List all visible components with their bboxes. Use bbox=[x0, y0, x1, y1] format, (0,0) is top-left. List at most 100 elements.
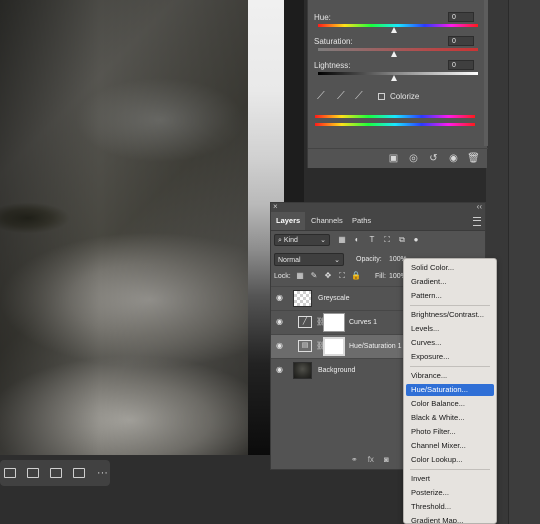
eye-icon[interactable]: ◉ bbox=[276, 294, 286, 302]
filter-kind-select[interactable]: ⌕ Kind ⌄ bbox=[274, 234, 330, 246]
properties-footer: ▣ ◎ ↺ ◉ 🗑 bbox=[308, 148, 488, 168]
saturation-slider[interactable] bbox=[318, 48, 478, 51]
input-color-bar bbox=[315, 115, 475, 118]
eyedropper-plus-icon[interactable]: ⟋ bbox=[337, 90, 345, 103]
menu-item-posterize[interactable]: Posterize... bbox=[406, 487, 494, 499]
colorize-label: Colorize bbox=[390, 92, 420, 101]
lock-artboard-icon[interactable]: ⛶ bbox=[337, 271, 347, 281]
hue-label: Hue: bbox=[314, 13, 331, 22]
layer-mask-thumbnail[interactable] bbox=[323, 313, 345, 332]
filter-smart-object-icon[interactable]: ⧉ bbox=[397, 235, 407, 245]
layer-mask-thumbnail[interactable] bbox=[323, 337, 345, 356]
link-layers-icon[interactable]: ⚭ bbox=[351, 455, 358, 464]
tab-layers[interactable]: Layers bbox=[271, 212, 306, 230]
colorize-checkbox[interactable] bbox=[378, 93, 385, 100]
layer-name: Hue/Saturation 1 bbox=[349, 343, 402, 350]
contextual-task-bar: ··· bbox=[0, 460, 110, 486]
clip-to-layer-icon[interactable]: ▣ bbox=[387, 153, 400, 164]
lock-image-icon[interactable]: ✎ bbox=[309, 271, 319, 281]
tab-paths[interactable]: Paths bbox=[347, 212, 376, 230]
panel-dock-edge bbox=[508, 0, 540, 524]
more-options-button[interactable]: ··· bbox=[95, 466, 110, 480]
menu-item-vibrance[interactable]: Vibrance... bbox=[406, 370, 494, 382]
document-canvas[interactable] bbox=[0, 0, 248, 455]
lightness-slider-thumb[interactable] bbox=[391, 75, 397, 81]
reset-icon[interactable]: ↺ bbox=[427, 153, 440, 164]
menu-item-gradient[interactable]: Gradient... bbox=[406, 276, 494, 288]
filter-kind-value: Kind bbox=[283, 237, 298, 244]
output-color-bar bbox=[315, 123, 475, 126]
menu-item-color-lookup[interactable]: Color Lookup... bbox=[406, 454, 494, 466]
menu-item-brightness-contrast[interactable]: Brightness/Contrast... bbox=[406, 309, 494, 321]
delete-icon[interactable]: 🗑 bbox=[467, 153, 480, 164]
layer-name: Curves 1 bbox=[349, 319, 378, 326]
lock-label: Lock: bbox=[274, 273, 291, 280]
menu-item-threshold[interactable]: Threshold... bbox=[406, 501, 494, 513]
menu-item-channel-mixer[interactable]: Channel Mixer... bbox=[406, 440, 494, 452]
mask-icon[interactable] bbox=[48, 466, 63, 480]
add-mask-icon[interactable]: ◙ bbox=[384, 455, 389, 464]
menu-separator bbox=[410, 305, 490, 306]
filter-toggle-icon[interactable]: ● bbox=[411, 235, 421, 245]
menu-item-invert[interactable]: Invert bbox=[406, 473, 494, 485]
saturation-input[interactable]: 0 bbox=[448, 36, 474, 46]
menu-item-levels[interactable]: Levels... bbox=[406, 323, 494, 335]
menu-item-photo-filter[interactable]: Photo Filter... bbox=[406, 426, 494, 438]
adjustment-layer-menu: Solid Color... Gradient... Pattern... Br… bbox=[403, 258, 497, 524]
eyedropper-icon[interactable]: ⟋ bbox=[317, 90, 325, 103]
search-icon: ⌕ bbox=[278, 237, 282, 244]
menu-item-color-balance[interactable]: Color Balance... bbox=[406, 398, 494, 410]
opacity-label: Opacity: bbox=[356, 256, 382, 263]
hue-saturation-adjustment-icon: ▤ bbox=[298, 340, 312, 352]
view-previous-state-icon[interactable]: ◎ bbox=[407, 153, 420, 164]
menu-item-gradient-map[interactable]: Gradient Map... bbox=[406, 515, 494, 523]
menu-item-curves[interactable]: Curves... bbox=[406, 337, 494, 349]
menu-separator bbox=[410, 469, 490, 470]
close-icon[interactable]: × bbox=[273, 202, 278, 211]
eye-icon[interactable]: ◉ bbox=[276, 318, 286, 326]
menu-item-black-white[interactable]: Black & White... bbox=[406, 412, 494, 424]
filter-shape-icon[interactable]: ⛶ bbox=[382, 235, 392, 245]
properties-panel: Hue: 0 Saturation: 0 Lightness: 0 ⟋ ⟋ ⟋ … bbox=[307, 0, 488, 168]
transform-icon[interactable] bbox=[72, 466, 87, 480]
chevron-down-icon: ⌄ bbox=[334, 257, 340, 264]
tab-channels[interactable]: Channels bbox=[306, 212, 348, 230]
layer-thumbnail bbox=[293, 290, 312, 307]
filter-pixel-icon[interactable]: ▦ bbox=[337, 235, 347, 245]
filter-type-icon[interactable]: T bbox=[367, 235, 377, 245]
lightness-input[interactable]: 0 bbox=[448, 60, 474, 70]
fill-label: Fill: bbox=[375, 273, 386, 280]
eye-icon[interactable]: ◉ bbox=[276, 366, 286, 374]
menu-item-solid-color[interactable]: Solid Color... bbox=[406, 262, 494, 274]
panel-tabs: Layers Channels Paths bbox=[271, 212, 485, 231]
lightness-label: Lightness: bbox=[314, 61, 351, 70]
eyedropper-minus-icon[interactable]: ⟋ bbox=[355, 90, 363, 103]
curves-adjustment-icon: ╱ bbox=[298, 316, 312, 328]
blend-mode-select[interactable]: Normal ⌄ bbox=[274, 253, 344, 266]
hue-slider-thumb[interactable] bbox=[391, 27, 397, 33]
saturation-slider-thumb[interactable] bbox=[391, 51, 397, 57]
lock-position-icon[interactable]: ✥ bbox=[323, 271, 333, 281]
fx-icon[interactable]: fx bbox=[368, 455, 374, 464]
remove-background-icon[interactable] bbox=[25, 466, 40, 480]
eye-icon[interactable]: ◉ bbox=[276, 342, 286, 350]
visibility-icon[interactable]: ◉ bbox=[447, 153, 460, 164]
filter-adjustment-icon[interactable]: ◐ bbox=[352, 235, 362, 245]
saturation-label: Saturation: bbox=[314, 37, 353, 46]
select-subject-icon[interactable] bbox=[2, 466, 17, 480]
hue-input[interactable]: 0 bbox=[448, 12, 474, 22]
menu-separator bbox=[410, 366, 490, 367]
collapse-icon[interactable]: ‹‹ bbox=[477, 202, 482, 211]
lock-all-icon[interactable]: 🔒 bbox=[351, 271, 361, 281]
chevron-down-icon: ⌄ bbox=[320, 237, 326, 244]
lightness-slider[interactable] bbox=[318, 72, 478, 75]
hue-slider[interactable] bbox=[318, 24, 478, 27]
menu-item-hue-saturation[interactable]: Hue/Saturation... bbox=[406, 384, 494, 396]
layer-name: Greyscale bbox=[318, 295, 350, 302]
menu-item-pattern[interactable]: Pattern... bbox=[406, 290, 494, 302]
panel-menu-icon[interactable] bbox=[473, 217, 481, 226]
canvas-shading bbox=[0, 0, 248, 455]
menu-item-exposure[interactable]: Exposure... bbox=[406, 351, 494, 363]
lock-transparent-icon[interactable]: ▦ bbox=[295, 271, 305, 281]
properties-scrollbar[interactable] bbox=[484, 0, 488, 146]
